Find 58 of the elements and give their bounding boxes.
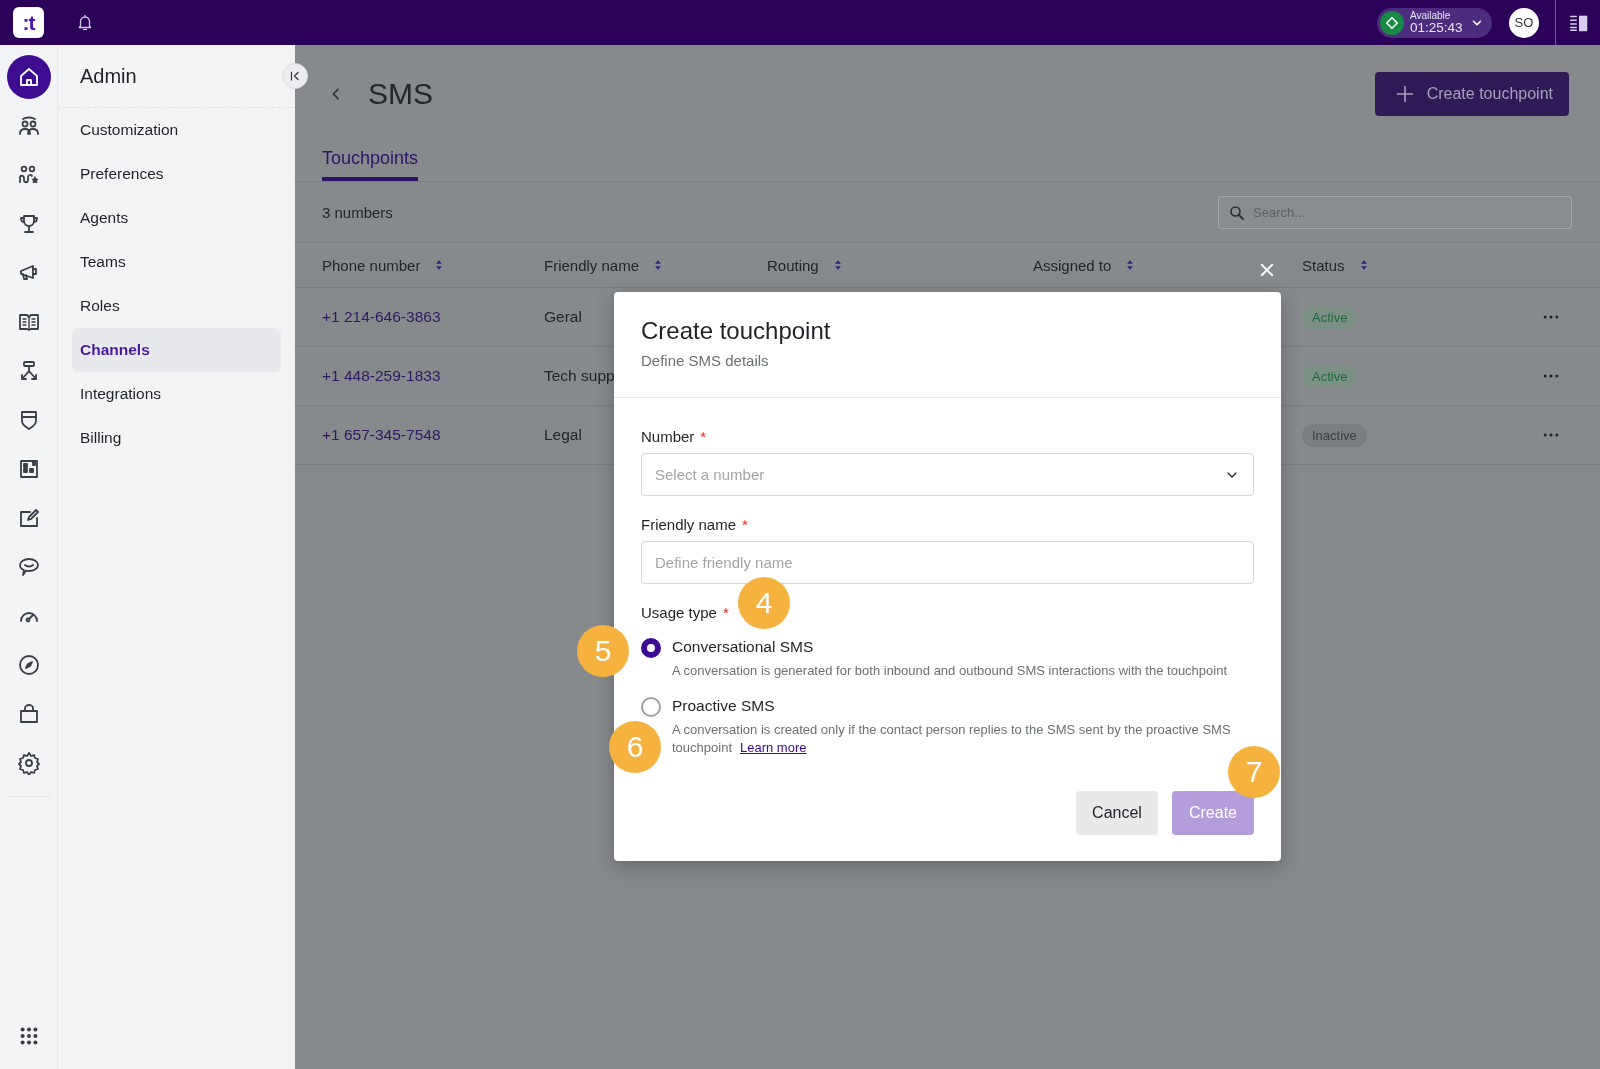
- settings-icon: [16, 751, 41, 775]
- option-description: A conversation is generated for both inbound and outbound SMS interactions with the touchpoint: [672, 662, 1229, 680]
- required-mark: *: [700, 428, 707, 445]
- field-label: Number: [641, 428, 695, 445]
- compass-icon: [16, 653, 41, 677]
- dialog-subtitle: Define SMS details: [641, 352, 770, 369]
- phone-link[interactable]: +1 448-259-1833: [322, 367, 441, 385]
- avatar[interactable]: SO: [1509, 7, 1539, 38]
- section-title: Admin: [80, 64, 137, 88]
- field-label: Friendly name: [641, 516, 737, 533]
- admin-menu-item[interactable]: Preferences: [72, 152, 281, 196]
- field-label: Usage type: [641, 604, 717, 621]
- close-icon[interactable]: [1258, 261, 1276, 279]
- tab[interactable]: Touchpoints: [322, 145, 419, 181]
- option-label[interactable]: Proactive SMS: [672, 697, 1254, 717]
- search-icon: [1228, 203, 1246, 222]
- status-selector[interactable]: Available 01:25:43: [1377, 7, 1492, 38]
- bell-icon[interactable]: [76, 13, 94, 32]
- table-cell: Geral: [544, 308, 582, 326]
- table-cell: Legal: [544, 426, 582, 444]
- column-header: Assigned to: [1033, 256, 1112, 274]
- status-tag: Active: [1302, 305, 1358, 329]
- option-label[interactable]: Conversational SMS: [672, 638, 1254, 658]
- admin-menu-item[interactable]: Billing: [72, 416, 281, 460]
- phone-link[interactable]: +1 657-345-7548: [322, 426, 441, 444]
- dialog-title: Create touchpoint: [641, 317, 832, 345]
- phone-link[interactable]: +1 214-646-3863: [322, 308, 441, 326]
- admin-menu-item[interactable]: Integrations: [72, 372, 281, 416]
- required-mark: *: [722, 604, 729, 621]
- admin-menu-item[interactable]: Roles: [72, 284, 281, 328]
- column-header: Routing: [767, 256, 819, 274]
- record-count: 3 numbers: [322, 203, 393, 221]
- friendly-name-field[interactable]: Define friendly name: [641, 541, 1254, 584]
- people-icon: [16, 114, 41, 138]
- radio-button[interactable]: [641, 697, 661, 717]
- admin-menu-item[interactable]: Channels: [72, 328, 281, 372]
- app-logo[interactable]: :t: [13, 7, 44, 38]
- admin-menu-item[interactable]: Teams: [72, 240, 281, 284]
- page-title: SMS: [368, 77, 433, 111]
- required-mark: *: [742, 516, 748, 533]
- column-header: Friendly name: [544, 256, 640, 274]
- column-header: Status: [1302, 256, 1345, 274]
- diamond-icon: [1385, 15, 1399, 30]
- status-tag: Inactive: [1302, 423, 1367, 447]
- column-header: Phone number: [322, 256, 421, 274]
- create-touchpoint-button[interactable]: Create touchpoint: [1374, 72, 1569, 116]
- table-cell: Tech supp: [544, 367, 615, 385]
- nav-house-button[interactable]: [6, 55, 51, 99]
- admin-menu-item[interactable]: Agents: [72, 196, 281, 240]
- learn-more-link[interactable]: Learn more: [740, 740, 807, 755]
- status-tag: Active: [1302, 364, 1358, 388]
- cancel-button[interactable]: Cancel: [1076, 791, 1158, 835]
- collapse-button[interactable]: [282, 63, 308, 89]
- plus-icon: [1394, 84, 1415, 104]
- radio-button[interactable]: [641, 638, 661, 658]
- chat-icon: [16, 555, 41, 579]
- admin-menu-item[interactable]: Customization: [72, 108, 281, 152]
- collapse-icon: [289, 70, 301, 82]
